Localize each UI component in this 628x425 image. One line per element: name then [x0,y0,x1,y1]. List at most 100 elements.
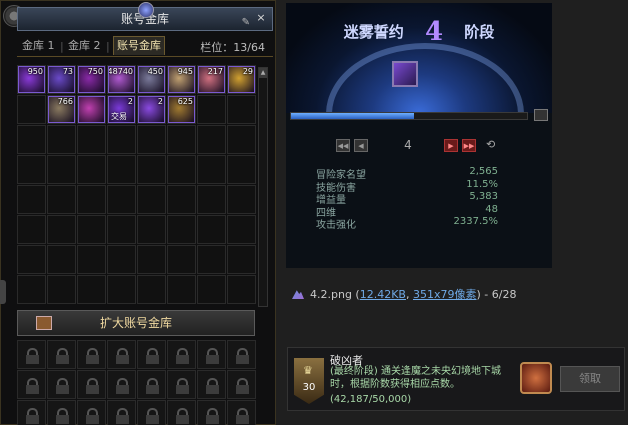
lock-icon [107,370,136,399]
pin-icon[interactable]: ✎ [242,12,250,34]
vault-slot[interactable] [167,155,196,184]
claim-button[interactable]: 领取 [560,366,620,392]
vault-item[interactable]: 950 [18,66,45,93]
vault-item[interactable]: 217 [198,66,225,93]
lock-icon [47,340,76,369]
page-number: 4 [404,138,412,152]
vault-slot[interactable] [167,125,196,154]
lock-icon [197,340,226,369]
vault-slot[interactable] [137,125,166,154]
vault-slot[interactable] [47,125,76,154]
vault-slot[interactable] [197,245,226,274]
tab-vault-2[interactable]: 金库 2 [65,38,104,54]
item-count: 2 [127,97,133,106]
vault-slot[interactable] [107,245,136,274]
vault-item[interactable]: 73 [48,66,75,93]
vault-slot[interactable] [107,275,136,304]
item-count: 750 [87,67,103,76]
vault-slot[interactable] [107,185,136,214]
stage-panel: 迷雾誓约 4 阶段 ◀◀ ◀ 4 ▶ ▶▶ ⟲ 冒险家名望 2,565 技能伤害 11… [286,3,552,268]
vault-item[interactable]: 29 [228,66,255,93]
vault-slot[interactable] [137,185,166,214]
caption-filename: 4.2.png ( [310,288,360,301]
vault-slot[interactable] [107,215,136,244]
vault-item[interactable] [78,96,105,123]
vault-item[interactable]: 766 [48,96,75,123]
vault-item[interactable]: 750 [78,66,105,93]
vault-item[interactable]: 945 [168,66,195,93]
vault-slot[interactable] [47,215,76,244]
vault-slot[interactable] [197,215,226,244]
expand-vault-button[interactable]: 扩大账号金库 [17,310,255,336]
refresh-icon[interactable]: ⟲ [486,138,495,151]
vault-slot[interactable] [17,185,46,214]
last-page-icon[interactable]: ▶▶ [462,139,476,152]
vault-slot[interactable] [17,155,46,184]
tab-divider: | [60,40,64,53]
vault-item[interactable]: 48740 [108,66,135,93]
vault-title-bar[interactable]: 账号金库 ✎ × [17,2,273,34]
account-vault-panel: 账号金库 ✎ × 金库 1 | 金库 2 | 账号金库 栏位：13/64 950… [0,0,276,425]
vault-slot[interactable] [77,215,106,244]
prev-page-icon[interactable]: ◀ [354,139,368,152]
vault-slot[interactable] [17,215,46,244]
vault-slot[interactable] [77,185,106,214]
vault-slot[interactable] [167,215,196,244]
vault-slot[interactable] [137,245,166,274]
vault-slot[interactable] [47,185,76,214]
vault-slot[interactable] [197,155,226,184]
vault-slot[interactable] [197,95,226,124]
item-trade-tag: 交易 [111,112,127,121]
vault-slot[interactable] [197,185,226,214]
vault-slot[interactable] [167,275,196,304]
vault-item[interactable]: 450 [138,66,165,93]
vault-slot[interactable] [227,155,256,184]
tab-account-vault[interactable]: 账号金库 [113,36,165,55]
vault-item[interactable]: 2 [138,96,165,123]
tab-vault-1[interactable]: 金库 1 [19,38,58,54]
image-dimensions-link[interactable]: 351x79像素 [413,288,477,301]
stat-value: 5,383 [469,191,498,202]
vault-slot[interactable] [137,155,166,184]
vault-slot[interactable] [47,155,76,184]
chest-icon[interactable] [534,109,548,121]
vault-item[interactable]: 2 交易 [108,96,135,123]
vault-slot[interactable] [17,245,46,274]
vault-slot[interactable] [77,155,106,184]
reward-icon[interactable] [520,362,552,394]
vault-slot[interactable] [227,185,256,214]
close-icon[interactable]: × [254,11,268,25]
vault-slot[interactable] [17,125,46,154]
stat-label: 攻击强化 [316,220,356,231]
vault-slot[interactable] [17,95,46,124]
vault-slot[interactable] [227,275,256,304]
vault-slot[interactable] [17,275,46,304]
scroll-up-icon[interactable]: ▲ [259,68,267,78]
vault-scrollbar[interactable]: ▲ [258,67,268,307]
first-page-icon[interactable]: ◀◀ [336,139,350,152]
trophy-icon: ♛ [303,364,313,377]
file-size-link[interactable]: 12.42KB [360,288,406,301]
next-page-icon[interactable]: ▶ [444,139,458,152]
vault-slot[interactable] [107,155,136,184]
vault-slot[interactable] [167,245,196,274]
item-count: 217 [207,67,223,76]
vault-slot[interactable] [47,245,76,274]
side-handle[interactable] [0,280,6,304]
vault-slot[interactable] [197,275,226,304]
stage-emblem-icon[interactable] [392,61,418,87]
vault-slot[interactable] [227,95,256,124]
vault-slot[interactable] [227,215,256,244]
vault-slot[interactable] [167,185,196,214]
vault-slot[interactable] [107,125,136,154]
vault-slot[interactable] [227,245,256,274]
vault-slot[interactable] [137,275,166,304]
vault-slot[interactable] [77,125,106,154]
vault-slot[interactable] [77,275,106,304]
vault-slot[interactable] [227,125,256,154]
vault-slot[interactable] [77,245,106,274]
vault-item[interactable]: 625 [168,96,195,123]
vault-slot[interactable] [137,215,166,244]
vault-slot[interactable] [197,125,226,154]
vault-slot[interactable] [47,275,76,304]
